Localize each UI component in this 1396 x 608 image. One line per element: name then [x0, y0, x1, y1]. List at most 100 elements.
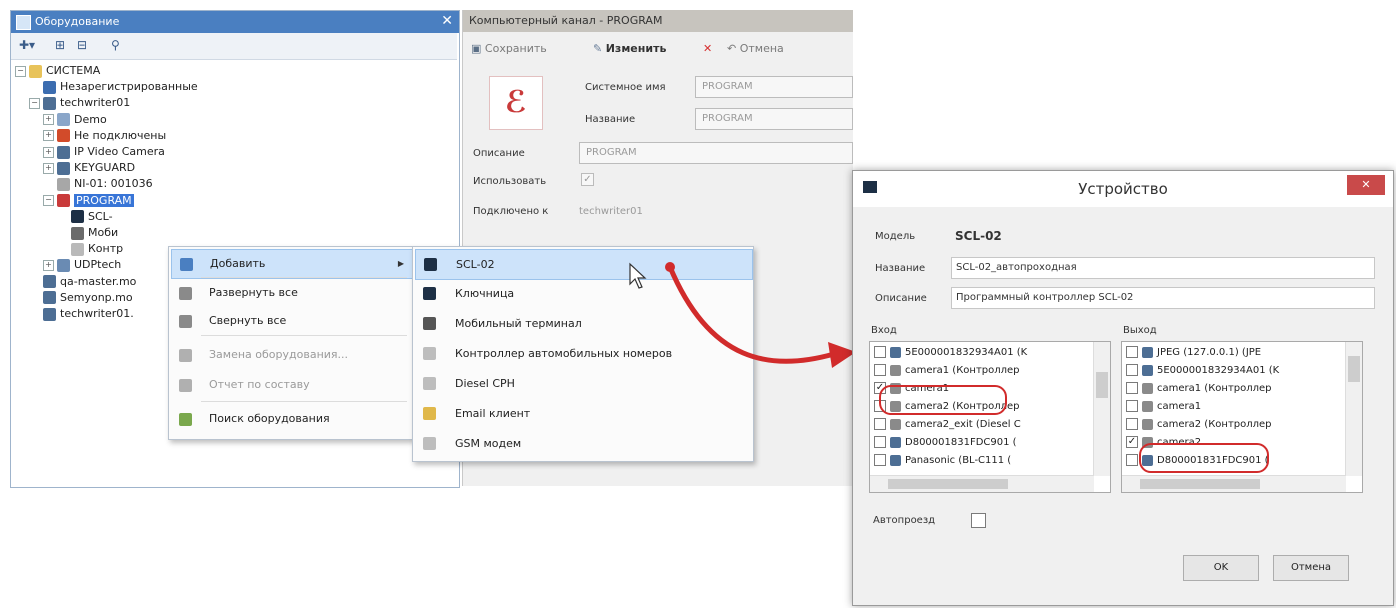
context-menu-item[interactable]: Поиск оборудования [171, 405, 411, 433]
item-checkbox[interactable]: ✓ [1126, 436, 1138, 448]
item-checkbox[interactable] [1126, 382, 1138, 394]
list-item[interactable]: camera1 [1126, 398, 1201, 415]
menu-separator [201, 335, 407, 336]
list-item[interactable]: 5E000001832934A01 (K [874, 344, 1027, 361]
dialog-titlebar: Устройство ✕ [853, 171, 1393, 207]
input-hscroll-thumb[interactable] [888, 479, 1008, 489]
output-scroll-thumb[interactable] [1348, 356, 1360, 382]
description-field[interactable]: PROGRAM [579, 142, 853, 164]
tree-node[interactable]: SCL- [57, 209, 113, 225]
input-vertical-scrollbar[interactable] [1093, 342, 1110, 476]
context-menu-item[interactable]: Свернуть все [171, 307, 411, 335]
dialog-name-field[interactable]: SCL-02_автопроходная [951, 257, 1375, 279]
add-dropdown-icon[interactable]: ✚▾ [19, 38, 35, 54]
list-item[interactable]: camera2 (Контроллер [1126, 416, 1272, 433]
close-icon[interactable]: ✕ [1347, 175, 1385, 195]
input-horizontal-scrollbar[interactable] [870, 475, 1094, 492]
tree-node[interactable]: Незарегистрированные [29, 79, 198, 95]
list-item[interactable]: 5E000001832934A01 (K [1126, 362, 1279, 379]
autopass-checkbox[interactable] [971, 513, 986, 528]
input-scroll-thumb[interactable] [1096, 372, 1108, 398]
plate-icon [423, 347, 436, 360]
item-checkbox[interactable] [874, 346, 886, 358]
tree-node[interactable]: + IP Video Camera [43, 144, 165, 160]
tree-node[interactable]: + Demo [43, 112, 107, 128]
name-field[interactable]: PROGRAM [695, 108, 853, 130]
expander-icon[interactable]: − [29, 97, 40, 109]
tree-node[interactable]: − techwriter01 [29, 95, 130, 111]
submenu-item[interactable]: GSM модем [415, 429, 751, 458]
tree-node[interactable]: − PROGRAM [43, 193, 134, 209]
tree-node[interactable]: NI-01: 001036 [43, 176, 153, 192]
mouse-cursor-icon [629, 262, 647, 289]
expand-all-icon[interactable]: ⊞ [55, 38, 65, 54]
expander-icon[interactable]: + [43, 146, 54, 158]
item-checkbox[interactable] [874, 418, 886, 430]
equipment-toolbar: ✚▾ ⊞ ⊟ ⚲ [11, 33, 457, 60]
collapse-all-icon[interactable]: ⊟ [77, 38, 87, 54]
keybox-icon [423, 287, 436, 300]
tree-node[interactable]: qa-master.mo [29, 274, 136, 290]
item-checkbox[interactable] [874, 454, 886, 466]
item-checkbox[interactable] [874, 364, 886, 376]
item-checkbox[interactable] [874, 436, 886, 448]
cancel-button[interactable]: ↶ Отмена [727, 42, 784, 55]
expander-icon[interactable]: + [43, 162, 54, 174]
input-list[interactable]: 5E000001832934A01 (K camera1 (Контроллер ✓… [869, 341, 1111, 493]
output-vertical-scrollbar[interactable] [1345, 342, 1362, 476]
dialog-description-label: Описание [875, 293, 927, 304]
tree-node[interactable]: Semyonp.mo [29, 290, 133, 306]
list-item[interactable]: camera2_exit (Diesel C [874, 416, 1021, 433]
context-menu-item[interactable]: Развернуть все [171, 279, 411, 307]
tree-node[interactable]: Контр [57, 241, 123, 257]
item-checkbox[interactable] [1126, 346, 1138, 358]
expander-icon[interactable]: + [43, 114, 54, 126]
list-item[interactable]: Panasonic (BL-C111 ( [874, 452, 1011, 469]
expander-icon[interactable]: − [15, 65, 26, 77]
delete-icon[interactable]: ✕ [703, 42, 712, 55]
tree-node[interactable]: + KEYGUARD [43, 160, 135, 176]
submenu-item[interactable]: Email клиент [415, 399, 751, 428]
item-checkbox[interactable] [1126, 400, 1138, 412]
model-label: Модель [875, 231, 916, 242]
list-item[interactable]: D800001831FDC901 ( [874, 434, 1017, 451]
tree-node[interactable]: Моби [57, 225, 118, 241]
tree-node[interactable]: techwriter01. [29, 306, 134, 322]
close-icon[interactable]: ✕ [441, 13, 453, 29]
output-hscroll-thumb[interactable] [1140, 479, 1260, 489]
device-icon [57, 177, 70, 191]
list-item[interactable]: camera1 (Контроллер [874, 362, 1020, 379]
ok-button[interactable]: OK [1183, 555, 1259, 581]
collapse-all-icon [179, 315, 192, 328]
save-label: Сохранить [484, 42, 547, 55]
list-item[interactable]: JPEG (127.0.0.1) (JPE [1126, 344, 1261, 361]
mobile-icon [71, 226, 84, 240]
gsm-icon [423, 437, 436, 450]
dialog-description-field[interactable]: Программный контроллер SCL-02 [951, 287, 1375, 309]
dialog-title: Устройство [1078, 180, 1168, 198]
item-checkbox[interactable] [1126, 364, 1138, 376]
description-label: Описание [473, 148, 525, 159]
list-item[interactable]: camera1 (Контроллер [1126, 380, 1272, 397]
item-checkbox[interactable] [1126, 454, 1138, 466]
expander-icon[interactable]: − [43, 195, 54, 207]
item-checkbox[interactable] [1126, 418, 1138, 430]
use-checkbox[interactable]: ✓ [581, 173, 594, 186]
dialog-cancel-button[interactable]: Отмена [1273, 555, 1349, 581]
expander-icon[interactable]: + [43, 130, 54, 142]
submenu-label: Мобильный терминал [455, 317, 582, 330]
tree-node[interactable]: − СИСТЕМА [15, 63, 100, 79]
output-horizontal-scrollbar[interactable] [1122, 475, 1346, 492]
replace-icon [179, 349, 192, 362]
context-menu-item: Отчет по составу [171, 371, 411, 399]
expander-icon[interactable]: + [43, 259, 54, 271]
tree-node[interactable]: + Не подключены [43, 128, 166, 144]
context-menu-item[interactable]: Добавить ▶ [171, 249, 413, 279]
device-icon [890, 436, 901, 448]
edit-button[interactable]: ✎ Изменить [593, 42, 666, 55]
search-equipment-icon[interactable]: ⚲ [111, 38, 120, 54]
context-menu-label: Поиск оборудования [209, 412, 330, 425]
save-button[interactable]: ▣ Сохранить [471, 42, 547, 55]
system-name-field[interactable]: PROGRAM [695, 76, 853, 98]
tree-node[interactable]: + UDPtech [43, 257, 121, 273]
